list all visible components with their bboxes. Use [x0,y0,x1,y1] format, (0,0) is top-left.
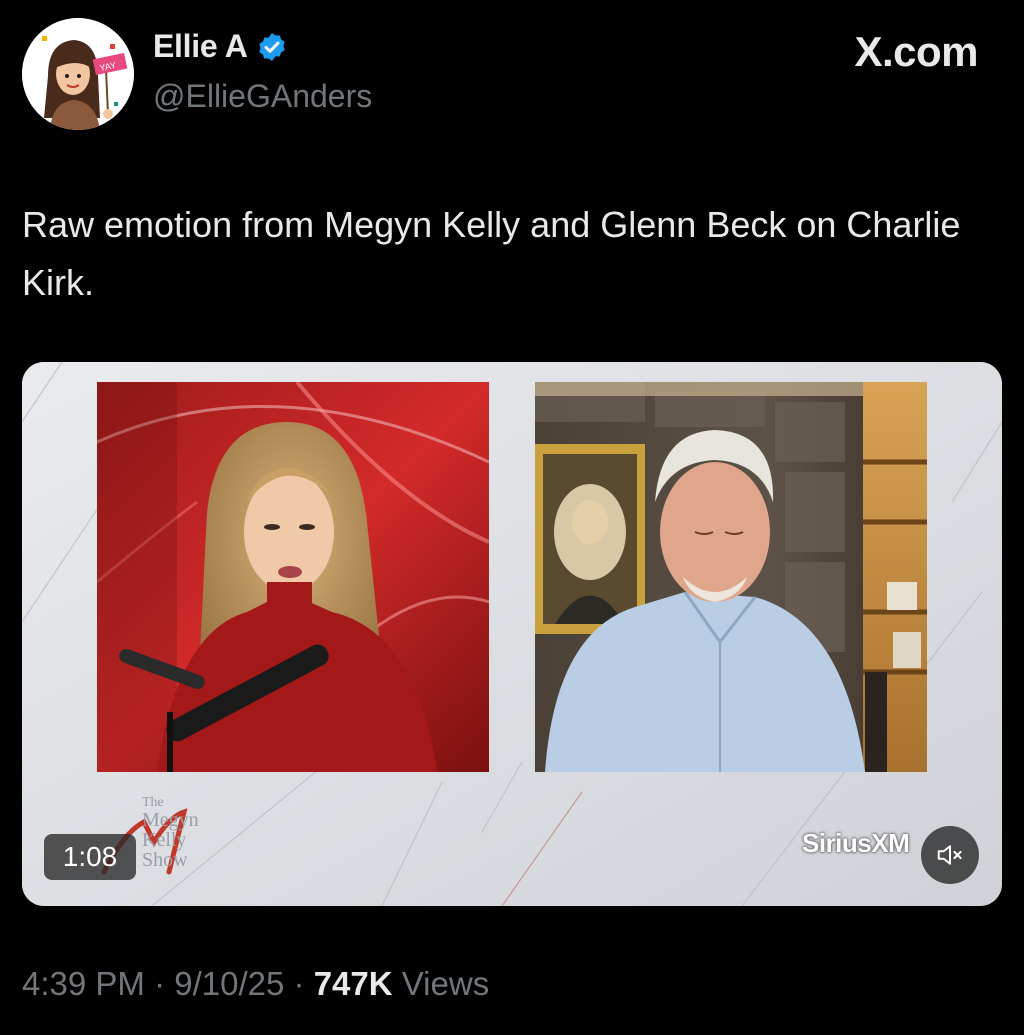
author-name-row[interactable]: Ellie A [153,28,288,65]
post-date[interactable]: 9/10/25 [174,965,284,1002]
video-player[interactable]: The Megyn Kelly Show 1:08 SiriusXM [22,362,1002,906]
show-title: The Megyn Kelly Show [142,795,199,871]
author-display-name[interactable]: Ellie A [153,28,248,65]
views-count[interactable]: 747K [314,965,393,1002]
tweet-text: Raw emotion from Megyn Kelly and Glenn B… [22,204,961,303]
tweet-meta: 4:39 PM · 9/10/25 · 747K Views [22,965,489,1003]
host-video-frame [97,382,489,772]
meta-separator: · [293,965,305,1002]
verified-badge-icon [258,32,285,61]
video-panel-left [97,382,489,772]
bitmoji-avatar-icon: YAY [22,18,134,130]
video-duration-badge: 1:08 [44,834,136,880]
brand-watermark: X.com [854,28,978,75]
speaker-muted-icon [937,845,962,865]
avatar[interactable]: YAY [22,18,134,130]
post-time[interactable]: 4:39 PM [22,965,145,1002]
siriusxm-logo: SiriusXM [802,828,910,858]
mute-button[interactable] [921,826,979,884]
views-label: Views [401,965,490,1002]
guest-video-frame [535,382,927,772]
meta-separator: · [154,965,166,1002]
video-panel-right [535,382,927,772]
author-handle[interactable]: @EllieGAnders [153,78,372,115]
